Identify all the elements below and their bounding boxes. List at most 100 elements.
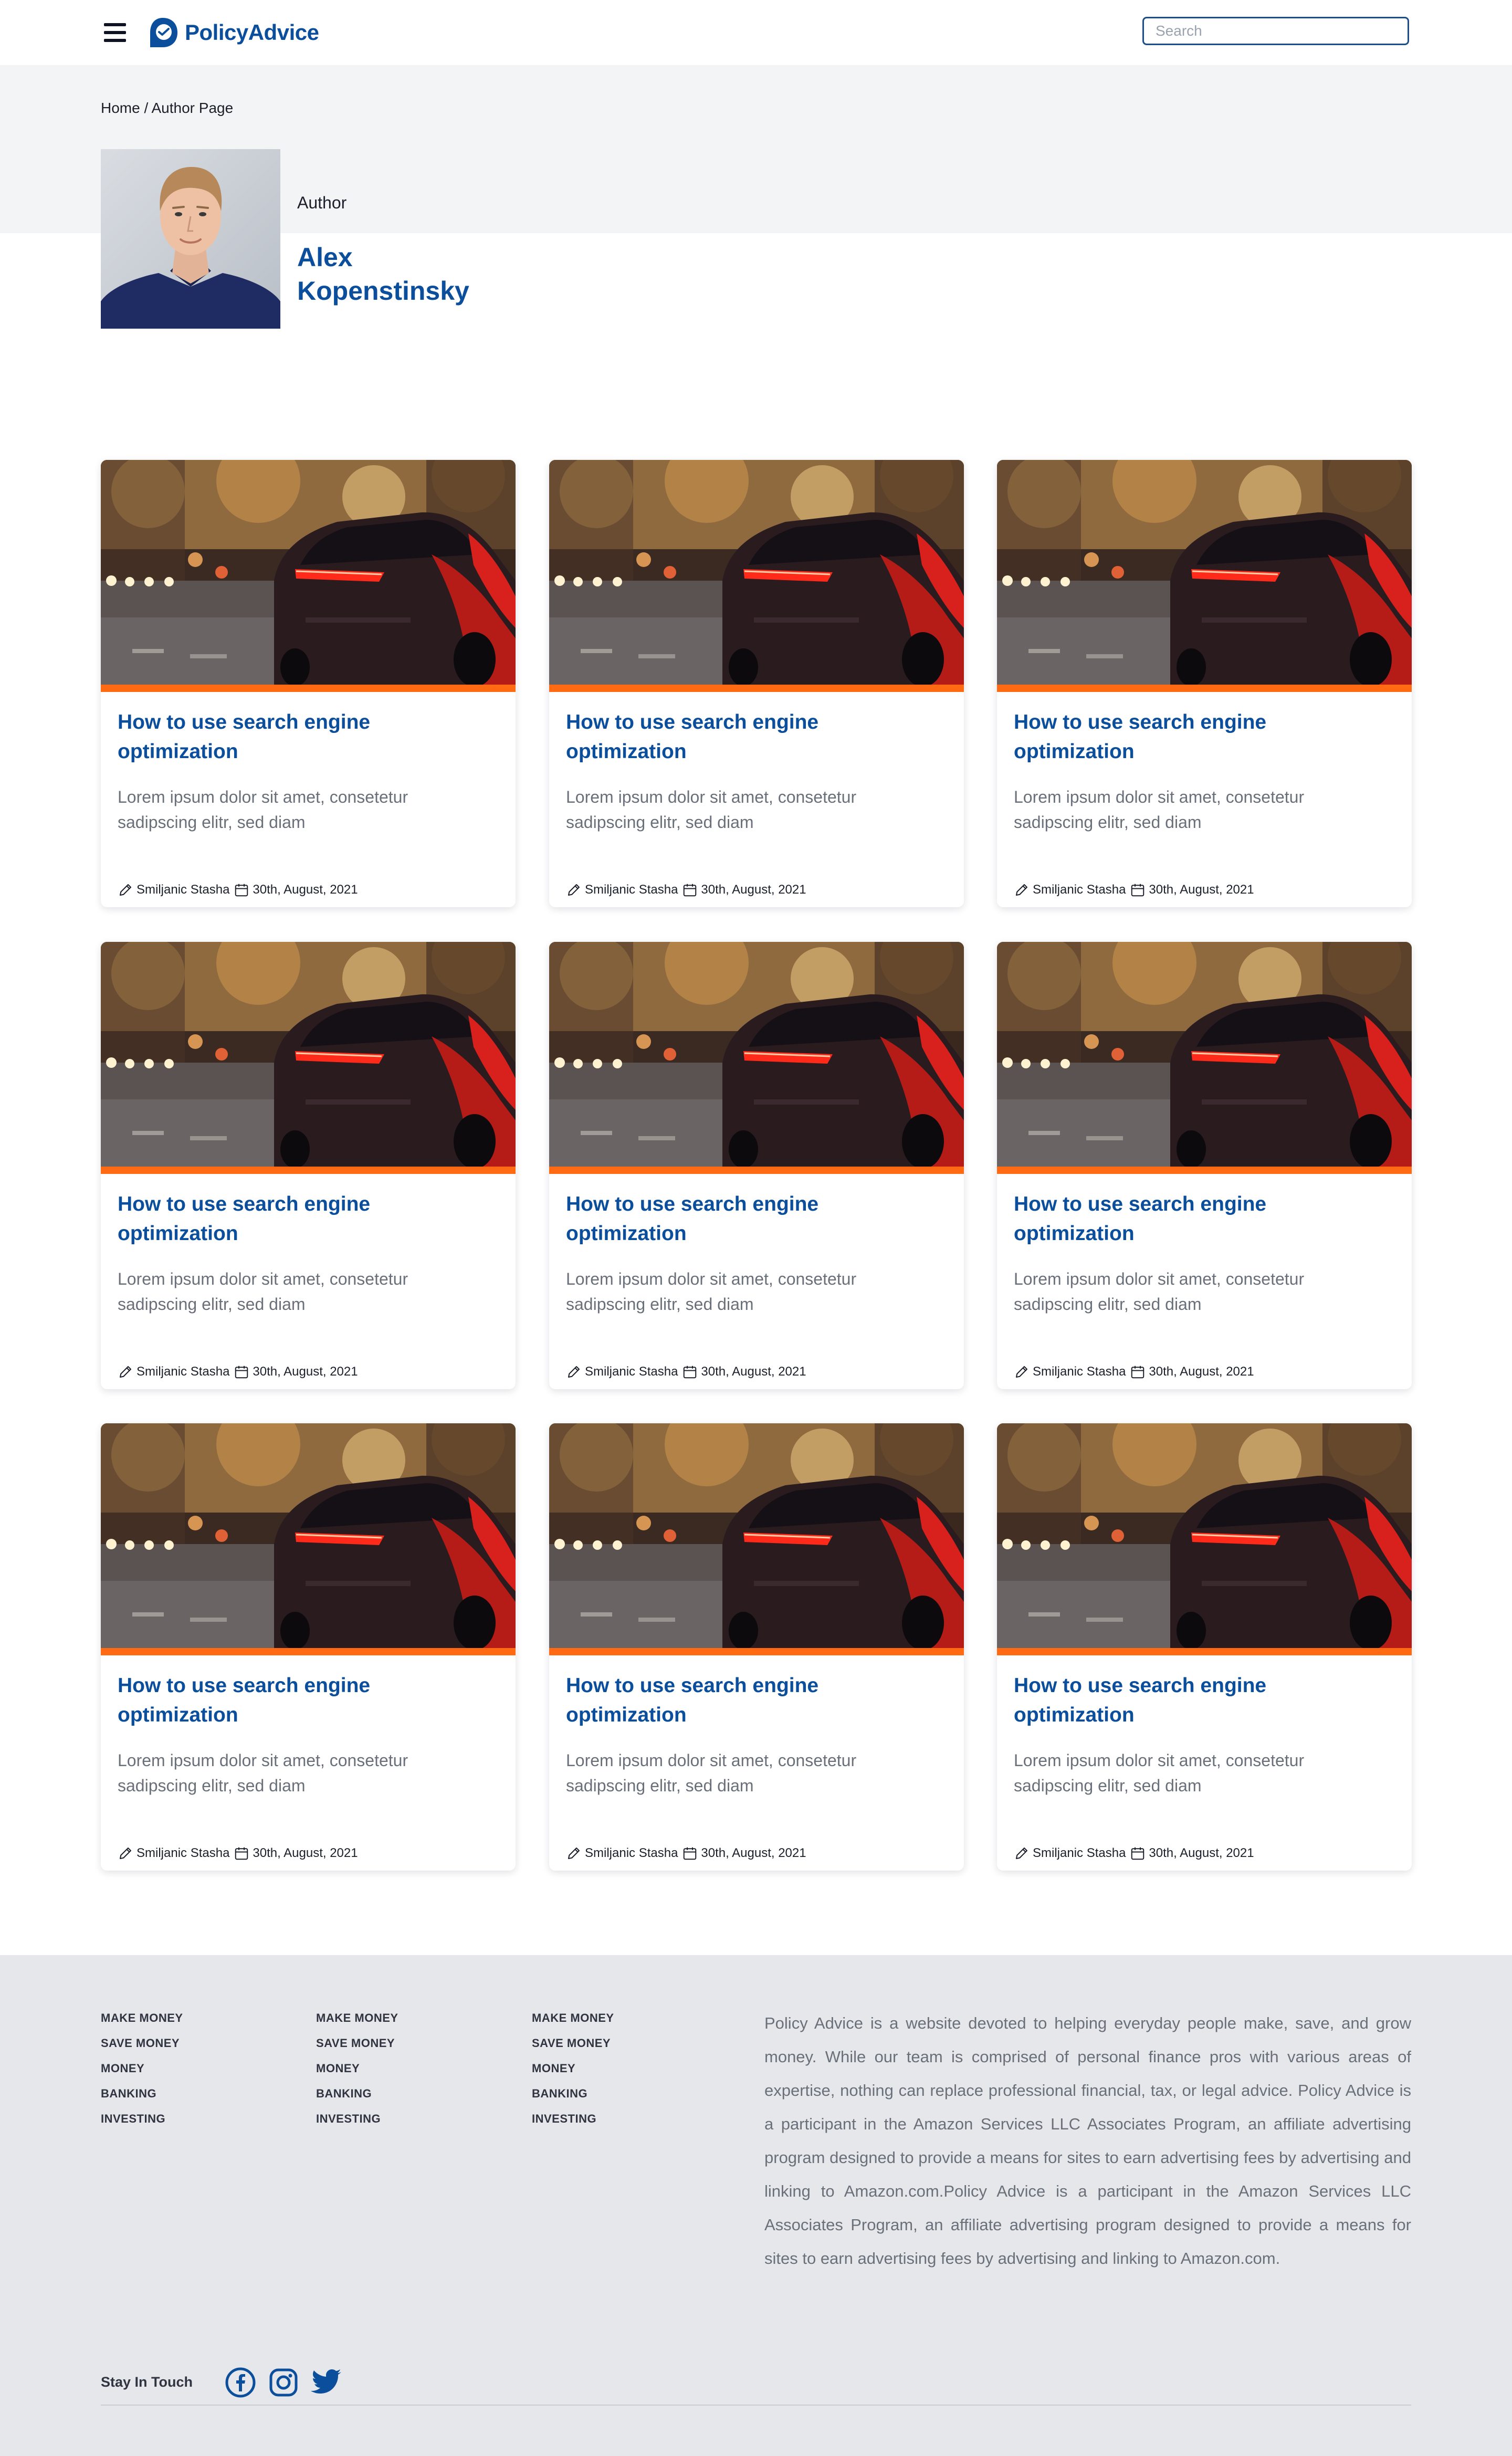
article-thumbnail[interactable]	[101, 942, 516, 1167]
calendar-icon	[1131, 1366, 1144, 1379]
author-role-label: Author	[297, 193, 347, 212]
footer-link-save-money[interactable]: SAVE MONEY	[101, 2031, 183, 2056]
article-date: 30th, August, 2021	[1149, 1365, 1254, 1379]
article-accent-bar	[997, 1648, 1412, 1655]
article-excerpt: Lorem ipsum dolor sit amet, consetetur s…	[566, 1751, 857, 1795]
article-card[interactable]: How to use search engine optimization Lo…	[997, 942, 1412, 1389]
article-author[interactable]: Smiljanic Stasha	[585, 1365, 678, 1379]
article-title[interactable]: How to use search engine optimization	[1014, 1671, 1381, 1730]
instagram-icon[interactable]	[268, 2367, 299, 2398]
footer-link-save-money[interactable]: SAVE MONEY	[316, 2031, 398, 2056]
article-card[interactable]: How to use search engine optimization Lo…	[549, 460, 964, 907]
article-author[interactable]: Smiljanic Stasha	[585, 1846, 678, 1861]
article-thumbnail[interactable]	[549, 460, 964, 685]
pencil-icon	[568, 884, 580, 896]
article-card[interactable]: How to use search engine optimization Lo…	[101, 1423, 516, 1871]
article-title[interactable]: How to use search engine optimization	[1014, 708, 1381, 767]
article-title[interactable]: How to use search engine optimization	[1014, 1190, 1381, 1248]
article-thumbnail[interactable]	[997, 1423, 1412, 1648]
article-date: 30th, August, 2021	[701, 883, 806, 897]
footer-link-investing[interactable]: INVESTING	[101, 2106, 183, 2132]
article-excerpt: Lorem ipsum dolor sit amet, consetetur s…	[118, 1751, 408, 1795]
article-thumbnail[interactable]	[997, 942, 1412, 1167]
search-input[interactable]	[1142, 17, 1409, 45]
stay-in-touch-label: Stay In Touch	[101, 2374, 193, 2390]
article-meta: Smiljanic Stasha 30th, August, 2021	[1014, 1364, 1254, 1380]
footer-links-col-3: MAKE MONEY SAVE MONEY MONEY BANKING INVE…	[532, 2006, 614, 2132]
facebook-icon[interactable]	[225, 2367, 256, 2398]
site-header: PolicyAdvice	[0, 0, 1512, 65]
footer-link-make-money[interactable]: MAKE MONEY	[316, 2006, 398, 2031]
footer-link-money[interactable]: MONEY	[101, 2056, 183, 2081]
article-author[interactable]: Smiljanic Stasha	[1033, 1365, 1126, 1379]
article-card[interactable]: How to use search engine optimization Lo…	[997, 1423, 1412, 1871]
footer-link-money[interactable]: MONEY	[532, 2056, 614, 2081]
footer-link-investing[interactable]: INVESTING	[532, 2106, 614, 2132]
article-date: 30th, August, 2021	[253, 1846, 358, 1860]
article-author[interactable]: Smiljanic Stasha	[1033, 1846, 1126, 1861]
article-meta: Smiljanic Stasha 30th, August, 2021	[1014, 1845, 1254, 1861]
article-title[interactable]: How to use search engine optimization	[118, 1190, 485, 1248]
pencil-icon	[120, 1848, 131, 1859]
article-author[interactable]: Smiljanic Stasha	[136, 1365, 229, 1379]
calendar-icon	[235, 1847, 248, 1860]
calendar-icon	[684, 884, 697, 897]
article-author[interactable]: Smiljanic Stasha	[136, 1846, 229, 1861]
article-card[interactable]: How to use search engine optimization Lo…	[549, 942, 964, 1389]
article-author[interactable]: Smiljanic Stasha	[585, 883, 678, 897]
article-title[interactable]: How to use search engine optimization	[118, 708, 485, 767]
article-author[interactable]: Smiljanic Stasha	[136, 883, 229, 897]
article-meta: Smiljanic Stasha 30th, August, 2021	[118, 1845, 358, 1861]
article-date: 30th, August, 2021	[701, 1365, 806, 1379]
article-title[interactable]: How to use search engine optimization	[566, 1671, 933, 1730]
pencil-icon	[1016, 884, 1027, 896]
article-title[interactable]: How to use search engine optimization	[566, 1190, 933, 1248]
footer-link-make-money[interactable]: MAKE MONEY	[101, 2006, 183, 2031]
calendar-icon	[684, 1847, 697, 1860]
footer-link-banking[interactable]: BANKING	[101, 2081, 183, 2106]
article-card[interactable]: How to use search engine optimization Lo…	[997, 460, 1412, 907]
site-logo[interactable]: PolicyAdvice	[146, 16, 319, 49]
article-thumbnail[interactable]	[997, 460, 1412, 685]
article-thumbnail[interactable]	[549, 942, 964, 1167]
article-meta: Smiljanic Stasha 30th, August, 2021	[566, 1845, 806, 1861]
article-excerpt: Lorem ipsum dolor sit amet, consetetur s…	[566, 788, 857, 832]
article-card[interactable]: How to use search engine optimization Lo…	[101, 942, 516, 1389]
twitter-icon[interactable]	[311, 2367, 342, 2398]
footer-link-banking[interactable]: BANKING	[532, 2081, 614, 2106]
article-meta: Smiljanic Stasha 30th, August, 2021	[566, 882, 806, 898]
footer-link-make-money[interactable]: MAKE MONEY	[532, 2006, 614, 2031]
article-accent-bar	[997, 685, 1412, 692]
footer-links-col-2: MAKE MONEY SAVE MONEY MONEY BANKING INVE…	[316, 2006, 398, 2132]
article-accent-bar	[101, 685, 516, 692]
breadcrumb-current: Author Page	[151, 100, 234, 116]
article-card[interactable]: How to use search engine optimization Lo…	[549, 1423, 964, 1871]
breadcrumb-home-link[interactable]: Home	[101, 100, 140, 116]
breadcrumb: Home / Author Page	[101, 100, 233, 117]
footer-link-save-money[interactable]: SAVE MONEY	[532, 2031, 614, 2056]
article-meta: Smiljanic Stasha 30th, August, 2021	[566, 1364, 806, 1380]
footer-link-investing[interactable]: INVESTING	[316, 2106, 398, 2132]
article-date: 30th, August, 2021	[253, 883, 358, 897]
article-excerpt: Lorem ipsum dolor sit amet, consetetur s…	[118, 788, 408, 832]
article-title[interactable]: How to use search engine optimization	[566, 708, 933, 767]
article-author[interactable]: Smiljanic Stasha	[1033, 883, 1126, 897]
article-meta: Smiljanic Stasha 30th, August, 2021	[1014, 882, 1254, 898]
menu-icon[interactable]	[104, 23, 126, 42]
footer-links-col-1: MAKE MONEY SAVE MONEY MONEY BANKING INVE…	[101, 2006, 183, 2132]
pencil-icon	[120, 884, 131, 896]
article-thumbnail[interactable]	[101, 460, 516, 685]
footer-link-banking[interactable]: BANKING	[316, 2081, 398, 2106]
calendar-icon	[235, 1366, 248, 1379]
footer-link-money[interactable]: MONEY	[316, 2056, 398, 2081]
article-thumbnail[interactable]	[549, 1423, 964, 1648]
article-date: 30th, August, 2021	[1149, 883, 1254, 897]
article-date: 30th, August, 2021	[701, 1846, 806, 1860]
article-card[interactable]: How to use search engine optimization Lo…	[101, 460, 516, 907]
pencil-icon	[568, 1848, 580, 1859]
breadcrumb-separator: /	[140, 100, 152, 116]
article-accent-bar	[997, 1167, 1412, 1174]
calendar-icon	[1131, 884, 1144, 897]
article-thumbnail[interactable]	[101, 1423, 516, 1648]
article-title[interactable]: How to use search engine optimization	[118, 1671, 485, 1730]
